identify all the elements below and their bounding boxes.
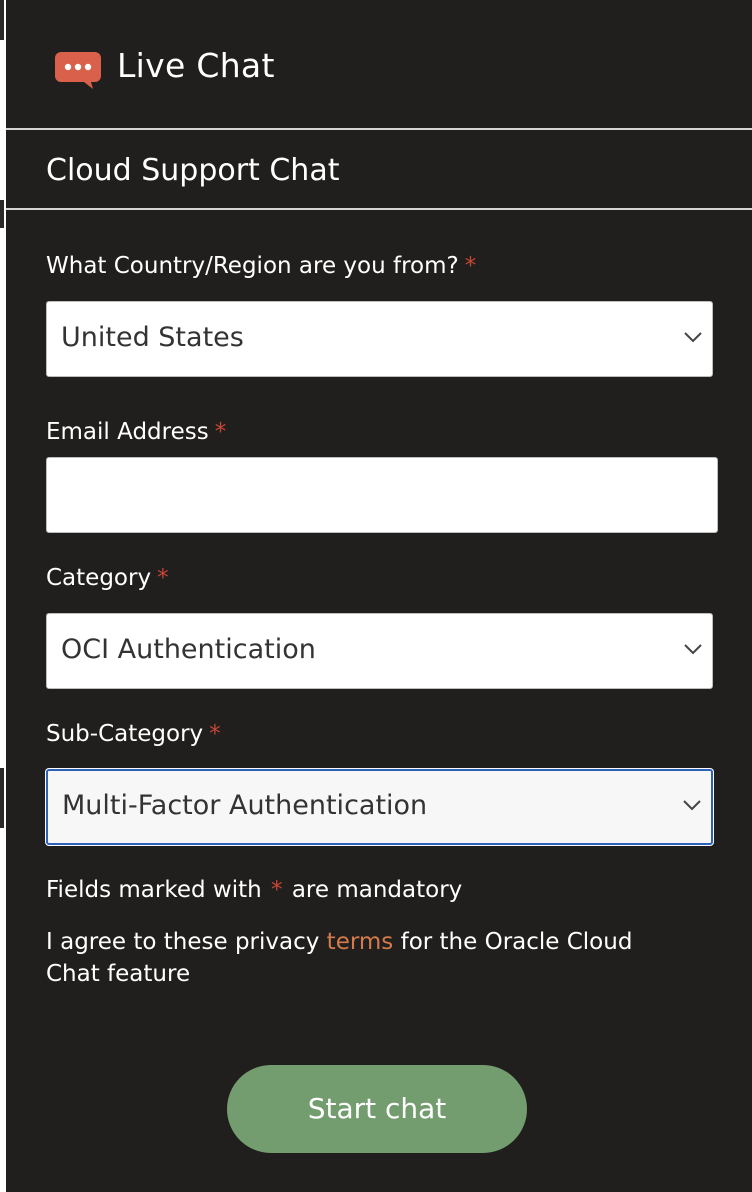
title-divider <box>6 208 752 210</box>
subcategory-select[interactable]: Multi-Factor Authentication <box>46 769 713 845</box>
terms-link[interactable]: terms <box>327 929 394 955</box>
mandatory-note: Fields marked with * are mandatory <box>46 874 462 906</box>
privacy-note: I agree to these privacy terms for the O… <box>46 926 686 990</box>
required-asterisk: * <box>214 419 227 445</box>
required-asterisk: * <box>271 877 283 903</box>
chevron-down-icon <box>683 800 701 811</box>
required-asterisk: * <box>209 721 221 747</box>
form-title: Cloud Support Chat <box>46 153 340 188</box>
start-chat-button[interactable]: Start chat <box>227 1065 527 1153</box>
page-edge-mark <box>0 768 4 828</box>
email-label: Email Address * <box>46 416 226 448</box>
page-edge-mark <box>0 0 4 40</box>
email-input[interactable] <box>46 457 718 533</box>
country-select-value: United States <box>61 322 244 353</box>
header-divider <box>6 128 752 130</box>
subcategory-label: Sub-Category * <box>46 718 221 750</box>
chat-header: Live Chat <box>6 0 752 128</box>
chat-bubble-icon <box>55 52 101 89</box>
category-label: Category * <box>46 562 169 594</box>
subcategory-select-value: Multi-Factor Authentication <box>62 790 428 821</box>
header-title: Live Chat <box>117 46 275 85</box>
country-label-text: What Country/Region are you from? <box>46 253 459 279</box>
page-edge-mark <box>0 200 4 228</box>
category-select[interactable]: OCI Authentication <box>46 613 713 689</box>
category-label-text: Category <box>46 565 152 591</box>
mandatory-note-after: are mandatory <box>291 877 463 903</box>
privacy-note-before: I agree to these privacy <box>46 929 320 955</box>
email-label-text: Email Address <box>46 419 209 445</box>
live-chat-panel: Live Chat Cloud Support Chat What Countr… <box>6 0 752 1192</box>
country-select[interactable]: United States <box>46 301 713 377</box>
required-asterisk: * <box>464 253 477 279</box>
chevron-down-icon <box>684 332 702 343</box>
country-label: What Country/Region are you from? * <box>46 250 476 282</box>
required-asterisk: * <box>157 565 169 591</box>
mandatory-note-before: Fields marked with <box>46 877 262 903</box>
chevron-down-icon <box>684 644 702 655</box>
subcategory-label-text: Sub-Category <box>46 721 204 747</box>
category-select-value: OCI Authentication <box>61 634 316 665</box>
